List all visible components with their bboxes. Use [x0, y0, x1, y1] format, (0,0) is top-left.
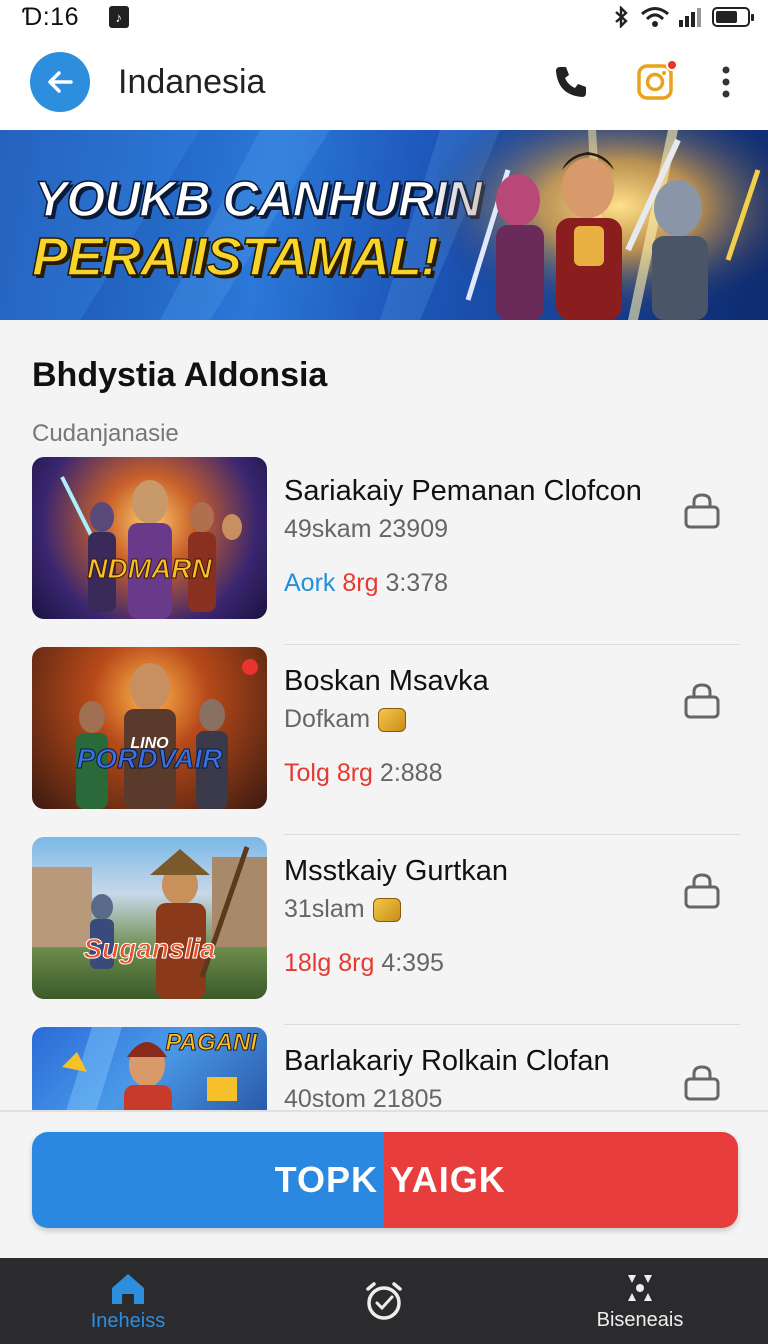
- thumbnail-art: [32, 846, 267, 999]
- section-subtitle: Cudanjanasie: [32, 420, 179, 447]
- lock-icon: [684, 873, 720, 909]
- nav-label: Ineheiss: [90, 1309, 166, 1332]
- item-title: Msstkaiy Gurtkan: [284, 855, 508, 887]
- alarm-icon: [366, 1282, 402, 1320]
- item-title: Barlakariy Rolkain Clofan: [284, 1045, 610, 1077]
- coin-icon: [378, 707, 407, 732]
- status-bar: Ɗ:16 ♪: [0, 0, 768, 34]
- bottom-navigation: Ineheiss Biseneais: [0, 1258, 768, 1344]
- nav-item-business[interactable]: Biseneais: [512, 1258, 768, 1344]
- thumbnail-title: Suganslia: [83, 933, 216, 965]
- hero-characters-image: [438, 130, 768, 320]
- item-stats: Aork 8rg 3:378: [284, 569, 449, 597]
- page-title: Indanesia: [118, 62, 266, 101]
- wifi-icon: [641, 7, 669, 27]
- item-stats: 18lg 8rg 4:395: [284, 949, 444, 977]
- thumbnail-title: PAGANI: [165, 1029, 258, 1057]
- camera-button[interactable]: [636, 59, 678, 101]
- signal-icon: [679, 8, 701, 27]
- list-item[interactable]: NDMARN Sariakaiy Pemanan Clofcon 49skam …: [0, 455, 768, 645]
- list-item[interactable]: LINO PORDVAIR Boskan Msavka Dofkam Tolg …: [0, 645, 768, 835]
- item-title: Boskan Msavka: [284, 665, 489, 697]
- list-item[interactable]: Suganslia Msstkaiy Gurtkan 31slam 18lg 8…: [0, 835, 768, 1025]
- game-thumbnail: LINO PORDVAIR: [32, 647, 267, 809]
- item-meta: 31slam: [284, 895, 401, 924]
- back-button[interactable]: [30, 52, 90, 112]
- phone-icon: [556, 67, 586, 97]
- status-time: Ɗ:16: [22, 2, 79, 31]
- lock-button[interactable]: [682, 871, 722, 916]
- home-icon: [112, 1273, 144, 1304]
- thumbnail-title: PORDVAIR: [76, 743, 223, 775]
- arrow-left-icon: [48, 71, 73, 93]
- lock-icon: [684, 683, 720, 719]
- item-title: Sariakaiy Pemanan Clofcon: [284, 475, 642, 507]
- hero-subheadline: PERAIISTAMAL!: [31, 226, 439, 288]
- bluetooth-icon: [615, 6, 628, 28]
- item-meta: 49skam 23909: [284, 515, 449, 543]
- lock-icon: [684, 493, 720, 529]
- coin-icon: [372, 897, 401, 922]
- thumbnail-art: [60, 476, 242, 619]
- app-bar: Indanesia: [0, 34, 768, 130]
- nav-item-home[interactable]: Ineheiss: [0, 1258, 256, 1344]
- nav-item-alarm[interactable]: [256, 1258, 512, 1344]
- thumbnail-art: [76, 659, 258, 809]
- more-menu-button[interactable]: [720, 65, 732, 99]
- grid-icon: [628, 1274, 652, 1301]
- thumbnail-title: NDMARN: [87, 553, 212, 585]
- hero-headline: YOUKB CANHURIN: [33, 170, 483, 228]
- battery-level: [716, 11, 737, 23]
- item-meta: 40stom 21805: [284, 1085, 443, 1110]
- cta-label-left: TOPK: [274, 1159, 378, 1200]
- game-thumbnail: Suganslia: [32, 837, 267, 999]
- cta-label-right: YAIGK: [390, 1159, 506, 1200]
- notification-dot: [666, 59, 678, 71]
- lock-icon: [684, 1065, 720, 1101]
- lock-button[interactable]: [682, 1063, 722, 1108]
- game-list: NDMARN Sariakaiy Pemanan Clofcon 49skam …: [0, 455, 768, 1110]
- lock-button[interactable]: [682, 681, 722, 726]
- item-stats: Tolg 8rg 2:888: [284, 759, 443, 787]
- section-title: Bhdystia Aldonsia: [32, 356, 328, 394]
- battery-icon: [712, 7, 754, 27]
- nav-label: Biseneais: [596, 1308, 684, 1331]
- game-thumbnail: NDMARN: [32, 457, 267, 619]
- item-meta: Dofkam: [284, 705, 407, 734]
- primary-cta-button[interactable]: TOPK YAIGK: [32, 1132, 738, 1228]
- hero-banner[interactable]: YOUKB CANHURIN PERAIISTAMAL!: [0, 130, 768, 320]
- list-item[interactable]: PAGANI Barlakariy Rolkain Clofan 40stom …: [0, 1025, 768, 1110]
- game-thumbnail: PAGANI: [32, 1027, 267, 1110]
- call-button[interactable]: [552, 63, 590, 101]
- more-vertical-icon: [722, 66, 730, 98]
- notification-icon: ♪: [109, 6, 129, 28]
- lock-button[interactable]: [682, 491, 722, 536]
- divider: [0, 1110, 768, 1112]
